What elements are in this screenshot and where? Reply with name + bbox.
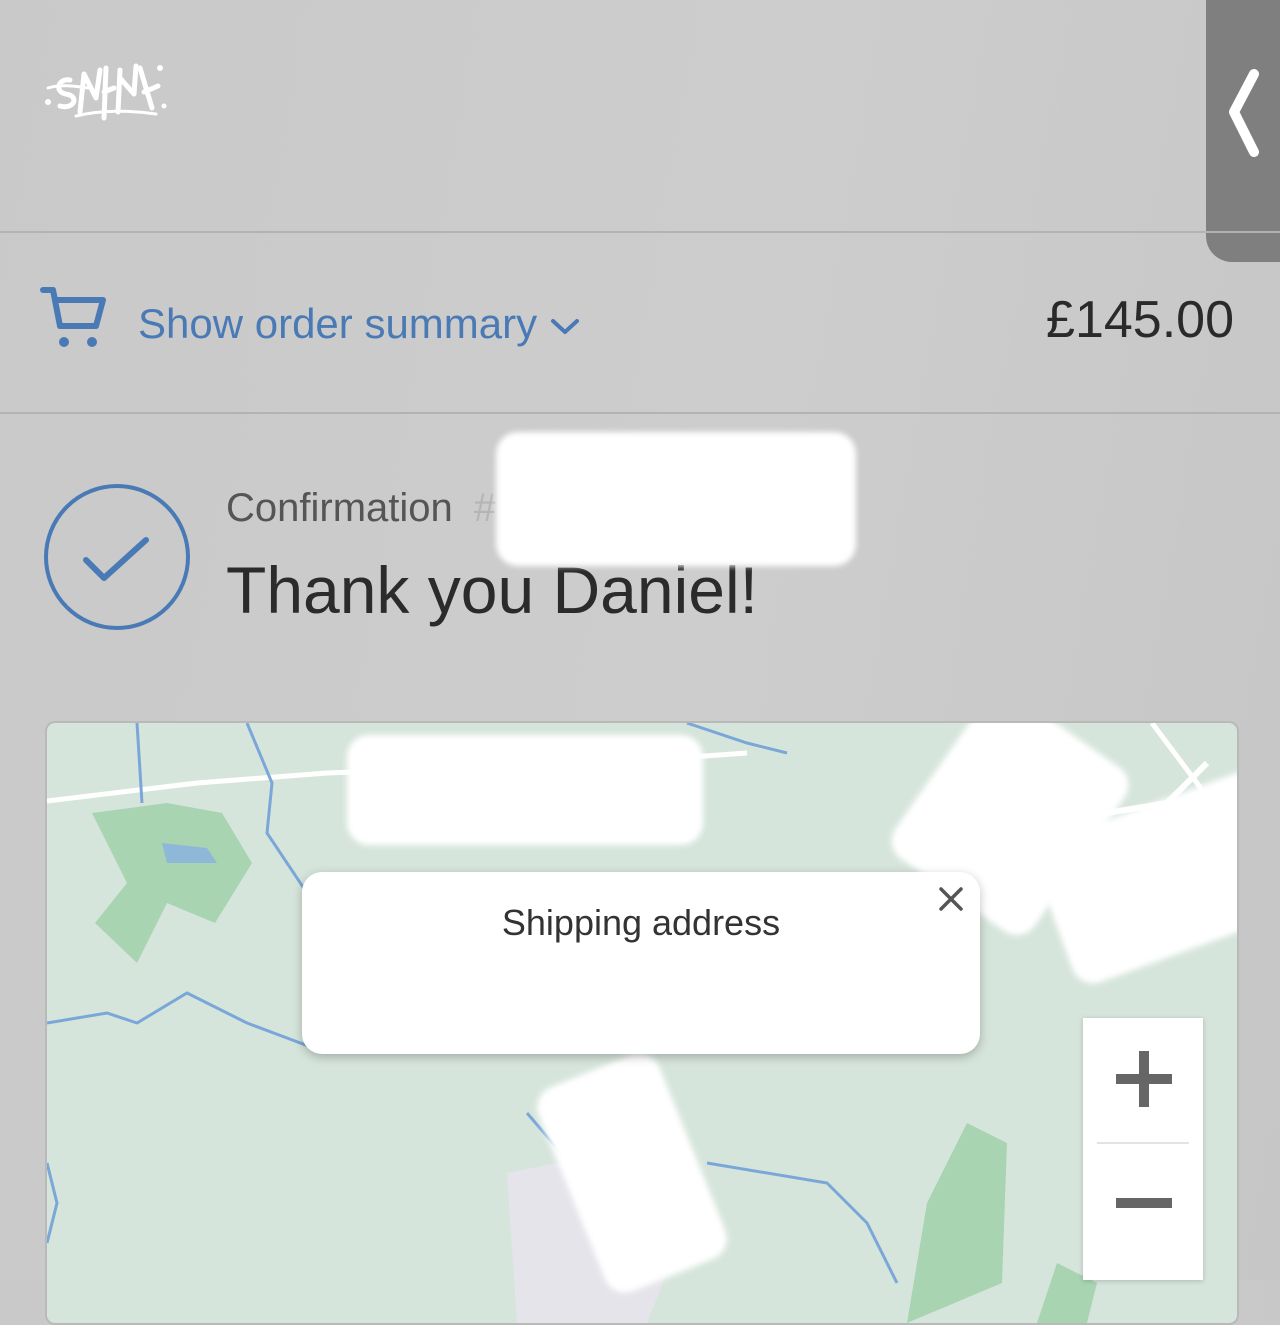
close-icon[interactable] <box>936 884 966 919</box>
cart-icon <box>40 286 110 355</box>
check-circle-icon <box>42 482 192 637</box>
summary-divider <box>0 412 1280 414</box>
confirmation-label: Confirmation # <box>226 486 496 531</box>
confirmation-text: Confirmation <box>226 486 453 530</box>
zoom-out-button[interactable] <box>1083 1144 1203 1280</box>
shipping-address-title: Shipping address <box>501 902 781 943</box>
zoom-in-button[interactable] <box>1083 1018 1203 1142</box>
redaction <box>347 735 703 845</box>
show-order-summary-label: Show order summary <box>138 300 538 347</box>
graffiti-logo-icon <box>45 63 167 121</box>
redaction <box>496 432 856 566</box>
minus-icon <box>1116 1198 1172 1208</box>
store-header <box>0 0 1280 232</box>
plus-icon <box>1116 1051 1172 1107</box>
confirmation-number-prefix: # <box>473 486 497 530</box>
store-logo[interactable] <box>40 48 170 138</box>
chevron-left-icon <box>1229 69 1259 157</box>
chevron-down-icon <box>551 319 580 334</box>
shipping-address-popup: Shipping address <box>302 872 980 1054</box>
map-zoom-controls <box>1083 1018 1203 1280</box>
header-divider <box>0 231 1280 233</box>
side-tab[interactable] <box>1206 0 1280 262</box>
order-total: £145.00 <box>1046 291 1234 349</box>
show-order-summary-toggle[interactable]: Show order summary <box>138 296 581 352</box>
